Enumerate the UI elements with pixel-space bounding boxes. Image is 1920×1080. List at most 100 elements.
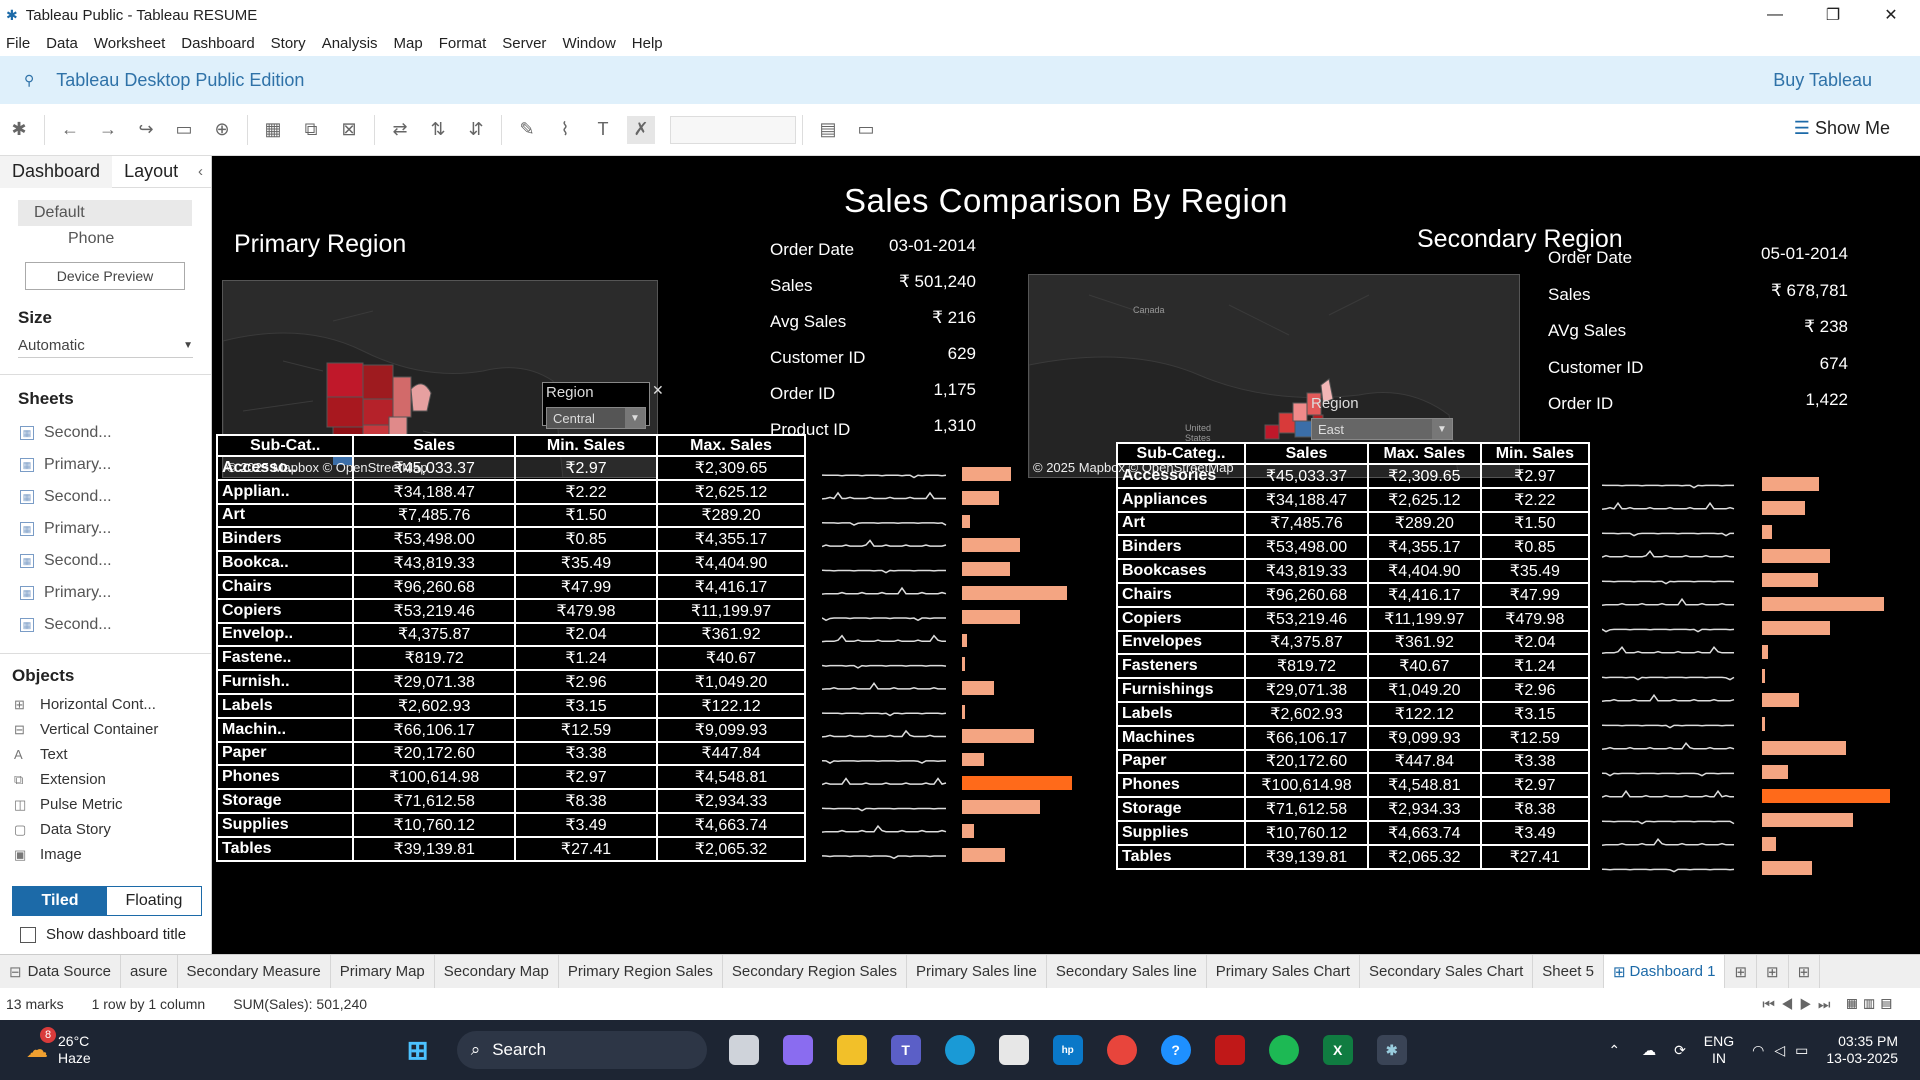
sales-bar[interactable] xyxy=(1762,717,1766,731)
column-header[interactable]: Sales xyxy=(1243,442,1370,465)
close-icon[interactable]: ✕ xyxy=(1862,0,1920,30)
sales-bar[interactable] xyxy=(962,847,1005,862)
sales-bar[interactable] xyxy=(1762,597,1885,611)
highlight-icon[interactable]: ✎ xyxy=(513,116,541,144)
menu-analysis[interactable]: Analysis xyxy=(322,35,378,52)
column-header[interactable]: Sub-Cat.. xyxy=(215,434,355,457)
battery-icon[interactable]: ▭ xyxy=(1795,1042,1808,1059)
weather-widget[interactable]: ☁ 8 26°C Haze xyxy=(26,1027,91,1067)
sheet-tab[interactable]: Primary Region Sales xyxy=(559,954,723,989)
new-dashboard-icon[interactable]: ⊞ xyxy=(1757,954,1789,989)
data-source-tab[interactable]: ⊟ Data Source xyxy=(0,954,121,989)
sales-bar[interactable] xyxy=(962,514,971,529)
tab-layout[interactable]: Layout xyxy=(112,156,190,188)
sales-bar[interactable] xyxy=(962,490,1000,505)
sheet-tab[interactable]: ⊞ Dashboard 1 xyxy=(1603,954,1726,989)
sales-bar[interactable] xyxy=(962,562,1010,576)
column-header[interactable]: Min. Sales xyxy=(513,434,659,457)
new-worksheet-icon[interactable]: ▦ xyxy=(259,116,287,144)
teams-icon[interactable]: T xyxy=(890,1035,921,1065)
help-icon[interactable]: ? xyxy=(1160,1035,1191,1065)
group-icon[interactable]: ⌇ xyxy=(551,116,579,144)
size-dropdown[interactable]: Automatic ▼ xyxy=(18,334,193,358)
sheet-tab[interactable]: Sheet 5 xyxy=(1533,954,1604,989)
column-header[interactable]: Max. Sales xyxy=(656,434,806,457)
replay-icon[interactable]: ↪ xyxy=(132,116,160,144)
object-item[interactable]: ⧉ Extension xyxy=(14,767,211,792)
sales-bar[interactable] xyxy=(1762,861,1812,875)
sheet-tab[interactable]: Secondary Map xyxy=(435,954,559,989)
sales-bar[interactable] xyxy=(962,824,974,838)
edge-icon[interactable] xyxy=(944,1035,975,1065)
sales-bar[interactable] xyxy=(1762,645,1768,659)
save-icon[interactable]: ▭ xyxy=(170,116,198,144)
sales-bar[interactable] xyxy=(1762,741,1847,755)
taskbar-search[interactable]: ⌕ Search xyxy=(456,1031,707,1069)
chevron-up-icon[interactable]: ⌃ xyxy=(1608,1042,1620,1059)
menu-file[interactable]: File xyxy=(6,35,30,52)
column-header[interactable]: Sub-Categ.. xyxy=(1116,442,1246,465)
device-default[interactable]: Default xyxy=(18,200,192,226)
sheet-item[interactable]: ▦ Second... xyxy=(20,609,211,641)
tab-dashboard[interactable]: Dashboard xyxy=(0,155,113,188)
presentation-icon[interactable]: ▭ xyxy=(852,116,880,144)
menu-dashboard[interactable]: Dashboard xyxy=(181,35,254,52)
tableau-taskbar-icon[interactable]: ✱ xyxy=(1376,1035,1407,1065)
show-me-button[interactable]: ☰ Show Me xyxy=(1794,118,1890,139)
menu-server[interactable]: Server xyxy=(502,35,546,52)
sheet-nav-icons[interactable]: ⏮◀▶⏭ ▦▥▤ xyxy=(1762,996,1898,1013)
floating-button[interactable]: Floating xyxy=(107,887,201,915)
excel-icon[interactable]: X xyxy=(1322,1035,1353,1065)
clock-date[interactable]: 13-03-2025 xyxy=(1826,1050,1898,1067)
show-cards-icon[interactable]: ▤ xyxy=(814,116,842,144)
new-story-icon[interactable]: ⊞ xyxy=(1789,954,1821,989)
sales-bar[interactable] xyxy=(962,586,1068,600)
sales-bar[interactable] xyxy=(962,705,965,719)
primary-region-dropdown[interactable]: Central ▼ xyxy=(546,407,646,429)
clear-sheet-icon[interactable]: ⊠ xyxy=(335,116,363,144)
minimize-icon[interactable]: — xyxy=(1746,0,1804,30)
undo-icon[interactable]: ← xyxy=(56,116,84,144)
redo-icon[interactable]: → xyxy=(94,116,122,144)
task-view-icon[interactable] xyxy=(728,1035,759,1065)
sheet-item[interactable]: ▦ Primary... xyxy=(20,513,211,545)
sheet-tab[interactable]: Secondary Sales Chart xyxy=(1360,954,1534,989)
show-dashboard-title-option[interactable]: Show dashboard title xyxy=(20,926,186,943)
new-datasource-icon[interactable]: ⊕ xyxy=(208,116,236,144)
sheet-item[interactable]: ▦ Second... xyxy=(20,417,211,449)
sales-bar[interactable] xyxy=(1762,525,1772,539)
sales-bar[interactable] xyxy=(962,800,1041,814)
mcafee-icon[interactable] xyxy=(1214,1035,1245,1065)
object-item[interactable]: A Text xyxy=(14,742,211,767)
menu-help[interactable]: Help xyxy=(632,35,663,52)
sort-descending-icon[interactable]: ⇵ xyxy=(462,116,490,144)
show-title-checkbox[interactable] xyxy=(20,926,36,943)
sales-bar[interactable] xyxy=(1762,621,1830,635)
sheet-item[interactable]: ▦ Second... xyxy=(20,545,211,577)
sales-bar[interactable] xyxy=(962,776,1072,791)
myhp-icon[interactable]: hp xyxy=(1052,1035,1083,1065)
sheet-tab[interactable]: Secondary Region Sales xyxy=(723,954,907,989)
onedrive-icon[interactable]: ☁ xyxy=(1642,1042,1656,1059)
language-code[interactable]: ENG xyxy=(1704,1033,1734,1050)
volume-icon[interactable]: ◁ xyxy=(1774,1042,1785,1059)
sales-bar[interactable] xyxy=(962,657,965,672)
sheet-tab[interactable]: asure xyxy=(121,954,178,989)
sales-bar[interactable] xyxy=(962,681,994,695)
object-item[interactable]: ▢ Data Story xyxy=(14,817,211,842)
column-header[interactable]: Sales xyxy=(352,434,516,457)
store-icon[interactable] xyxy=(998,1035,1029,1065)
menu-story[interactable]: Story xyxy=(271,35,306,52)
menu-data[interactable]: Data xyxy=(46,35,78,52)
secondary-region-dropdown[interactable]: East ▼ xyxy=(1311,418,1453,440)
object-item[interactable]: ▣ Image xyxy=(14,842,211,867)
duplicate-icon[interactable]: ⧉ xyxy=(297,116,325,144)
sales-bar[interactable] xyxy=(962,728,1035,743)
menu-map[interactable]: Map xyxy=(394,35,423,52)
sales-bar[interactable] xyxy=(1762,837,1776,851)
region-code[interactable]: IN xyxy=(1704,1050,1734,1067)
sheet-tab[interactable]: Primary Sales Chart xyxy=(1207,954,1360,989)
object-item[interactable]: ⊟ Vertical Container xyxy=(14,717,211,742)
column-header[interactable]: Max. Sales xyxy=(1367,442,1482,465)
fix-axes-icon[interactable]: ✗ xyxy=(627,115,655,144)
